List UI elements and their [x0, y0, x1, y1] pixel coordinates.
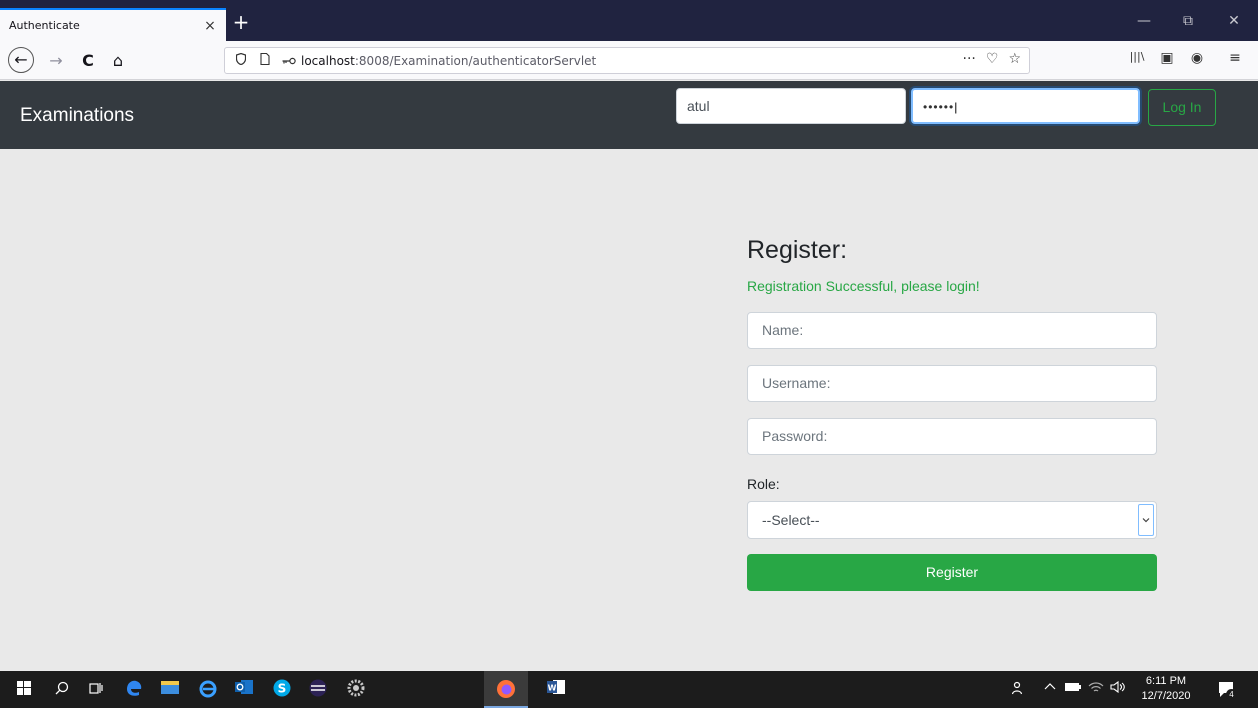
- home-icon[interactable]: ⌂: [106, 49, 130, 73]
- site-navbar: Examinations atul ••••••| Log In: [0, 81, 1258, 149]
- register-title: Register:: [747, 236, 848, 264]
- search-icon[interactable]: [50, 678, 74, 702]
- browser-toolbar: ← → C ⌂ localhost:8008/Examination/authe…: [0, 41, 1258, 80]
- word-icon[interactable]: W: [544, 678, 568, 702]
- clock-time: 6:11 PM: [1145, 675, 1187, 687]
- skype-icon[interactable]: S: [270, 678, 294, 702]
- role-select[interactable]: --Select--: [747, 501, 1157, 539]
- sidebar-icon[interactable]: ▣: [1156, 50, 1178, 66]
- success-message: Registration Successful, please login!: [747, 278, 980, 294]
- battery-icon[interactable]: [1064, 681, 1082, 695]
- clock-date: 12/7/2020: [1141, 690, 1191, 702]
- restore-icon[interactable]: ⧉: [1168, 10, 1208, 32]
- windows-taskbar: S W 6:11 PM 12/7/2020 4: [0, 671, 1258, 708]
- settings-gear-icon[interactable]: [344, 678, 368, 702]
- password-field[interactable]: Password:: [747, 418, 1157, 455]
- close-window-icon[interactable]: ✕: [1214, 10, 1254, 32]
- text-cursor: |: [954, 100, 958, 114]
- eclipse-icon[interactable]: [306, 678, 330, 702]
- system-clock[interactable]: 6:11 PM 12/7/2020: [1136, 674, 1196, 704]
- page-actions-icon[interactable]: ···: [963, 51, 976, 67]
- login-password-input[interactable]: ••••••|: [911, 88, 1140, 124]
- tab-title: Authenticate: [9, 19, 80, 32]
- bookmark-star-icon[interactable]: ☆: [1008, 51, 1021, 67]
- firefox-icon[interactable]: [494, 678, 518, 702]
- library-icon[interactable]: |||\: [1126, 50, 1148, 63]
- minimize-icon[interactable]: —: [1124, 10, 1164, 32]
- browser-tab-strip: Authenticate × + — ⧉ ✕: [0, 0, 1258, 41]
- internet-explorer-icon[interactable]: [196, 678, 220, 702]
- url-host: localhost: [301, 53, 355, 68]
- key-icon[interactable]: [281, 54, 297, 68]
- windows-start-icon[interactable]: [12, 678, 36, 702]
- notification-center-icon[interactable]: 4: [1216, 680, 1238, 700]
- forward-icon[interactable]: →: [44, 49, 68, 73]
- account-icon[interactable]: ◉: [1186, 50, 1208, 66]
- role-selected-value: --Select--: [762, 512, 820, 528]
- username-field[interactable]: Username:: [747, 365, 1157, 402]
- outlook-icon[interactable]: [232, 678, 256, 702]
- register-button[interactable]: Register: [747, 554, 1157, 591]
- back-icon[interactable]: ←: [8, 47, 34, 73]
- svg-text:S: S: [278, 682, 287, 696]
- menu-icon[interactable]: ≡: [1224, 50, 1246, 66]
- volume-icon[interactable]: [1110, 680, 1126, 696]
- tab-close-icon[interactable]: ×: [200, 18, 220, 34]
- browser-tab[interactable]: Authenticate ×: [0, 8, 226, 41]
- wifi-icon[interactable]: [1088, 681, 1104, 696]
- url-path: :8008/Examination/authenticatorServlet: [354, 53, 597, 68]
- name-field[interactable]: Name:: [747, 312, 1157, 349]
- new-tab-button[interactable]: +: [230, 12, 252, 34]
- svg-text:W: W: [548, 684, 557, 693]
- login-username-input[interactable]: atul: [676, 88, 906, 124]
- login-button[interactable]: Log In: [1148, 89, 1216, 126]
- people-icon[interactable]: [1011, 681, 1028, 698]
- login-password-value: ••••••: [923, 100, 955, 114]
- shield-icon[interactable]: [233, 52, 249, 68]
- notification-count: 4: [1226, 689, 1237, 700]
- page-icon: [257, 52, 273, 68]
- url-bar[interactable]: localhost:8008/Examination/authenticator…: [224, 47, 1030, 74]
- task-view-icon[interactable]: [84, 678, 108, 702]
- role-label: Role:: [747, 476, 780, 492]
- reload-icon[interactable]: C: [76, 49, 100, 73]
- chevron-up-icon[interactable]: [1044, 681, 1056, 695]
- edge-icon[interactable]: [122, 678, 146, 702]
- chevron-down-icon[interactable]: [1138, 504, 1154, 536]
- brand-link[interactable]: Examinations: [20, 105, 134, 127]
- pocket-icon[interactable]: ♡: [986, 51, 999, 67]
- file-explorer-icon[interactable]: [158, 678, 182, 702]
